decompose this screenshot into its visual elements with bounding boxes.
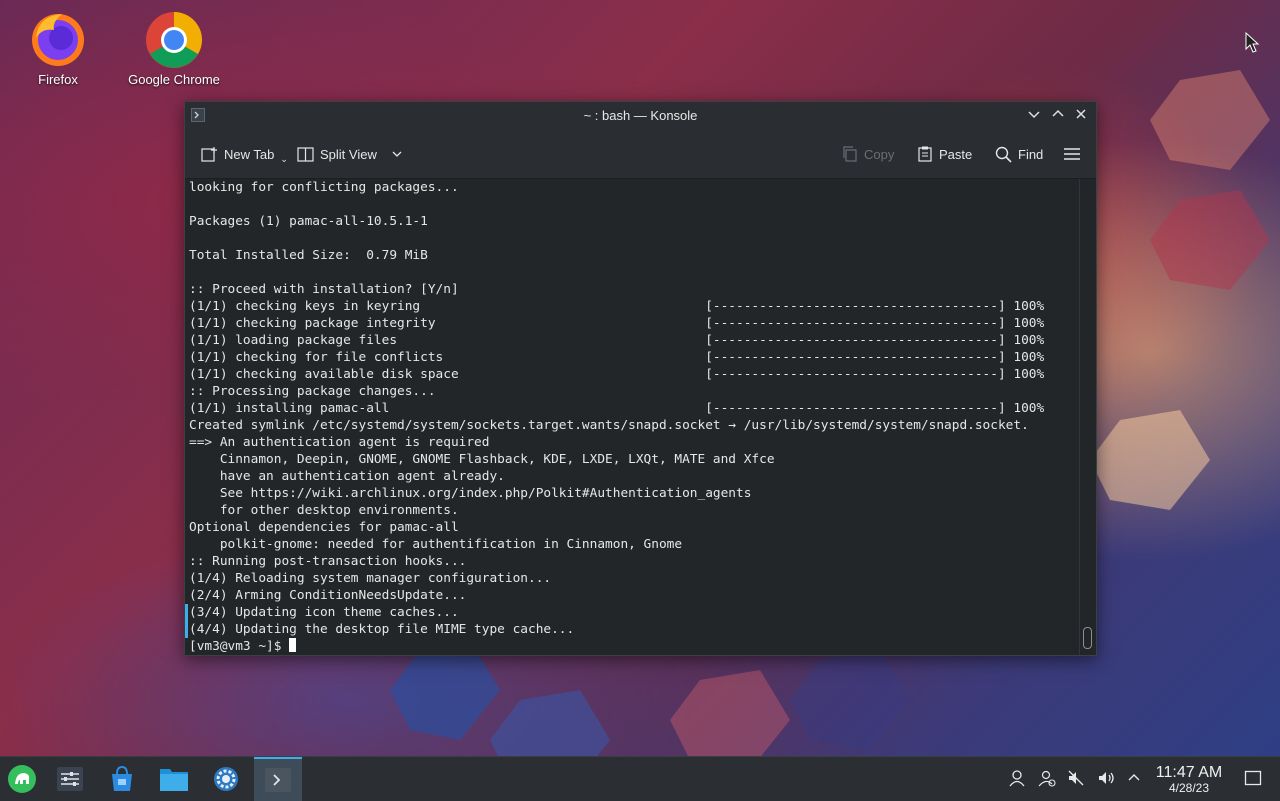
chevron-down-icon: ⌄: [280, 153, 288, 164]
terminal-line: :: Running post-transaction hooks...: [189, 554, 467, 569]
clock-date: 4/28/23: [1168, 781, 1210, 795]
paste-label: Paste: [939, 146, 973, 162]
volume-icon[interactable]: [1097, 769, 1117, 791]
muted-volume-icon[interactable]: [1067, 769, 1085, 791]
terminal-line: (1/1) checking package integrity [------…: [189, 316, 1045, 331]
store-bag-icon: [112, 765, 132, 791]
split-view-icon: [297, 146, 314, 162]
application-launcher-button[interactable]: [0, 759, 44, 799]
close-icon: [1076, 109, 1086, 119]
window-titlebar[interactable]: ~ : bash — Konsole: [185, 102, 1096, 130]
copy-label: Copy: [864, 146, 895, 162]
digital-clock[interactable]: 11:47 AM 4/28/23: [1148, 764, 1230, 795]
find-label: Find: [1018, 146, 1044, 162]
terminal-line: looking for conflicting packages...: [189, 180, 459, 195]
terminal-line: (2/4) Arming ConditionNeedsUpdate...: [189, 588, 467, 603]
scrollbar-thumb[interactable]: [1083, 627, 1092, 649]
clock-time: 11:47 AM: [1155, 764, 1223, 781]
manjaro-launcher-icon: [8, 765, 36, 793]
find-button[interactable]: Find: [995, 144, 1043, 164]
terminal-line: Packages (1) pamac-all-10.5.1-1: [189, 214, 428, 229]
paste-icon: [918, 146, 932, 162]
terminal-line: (1/1) checking available disk space [---…: [189, 367, 1045, 382]
terminal-line: (4/4) Updating the desktop file MIME typ…: [185, 621, 1076, 638]
terminal-line: ==> An authentication agent is required: [189, 435, 490, 450]
new-tab-label: New Tab: [224, 146, 275, 162]
mouse-pointer-icon: [1245, 32, 1260, 53]
terminal-line: See https://wiki.archlinux.org/index.php…: [189, 486, 752, 501]
hamburger-menu-icon: [1064, 148, 1080, 160]
show-desktop-icon: [1244, 770, 1262, 786]
split-view-label: Split View: [320, 146, 377, 162]
user-icon[interactable]: [1008, 769, 1026, 791]
minimize-button[interactable]: [1025, 107, 1043, 125]
terminal-line: (1/1) loading package files [-----------…: [189, 333, 1045, 348]
firefox-icon: [32, 14, 84, 66]
desktop-icon-label: Google Chrome: [128, 72, 220, 87]
desktop-icon-label: Firefox: [38, 72, 78, 87]
sliders-icon: [57, 767, 83, 791]
konsole-task[interactable]: [254, 757, 302, 801]
search-icon: [995, 146, 1012, 163]
chevron-down-icon: [1028, 111, 1040, 119]
user-switch-icon[interactable]: [1038, 769, 1056, 791]
show-desktop-button[interactable]: [1244, 769, 1262, 791]
terminal-line: Total Installed Size: 0.79 MiB: [189, 248, 428, 263]
tray-expand-icon[interactable]: [1127, 769, 1141, 791]
terminal-line: (3/4) Updating icon theme caches...: [185, 604, 1076, 621]
terminal-line: :: Proceed with installation? [Y/n]: [189, 282, 459, 297]
terminal-line: have an authentication agent already.: [189, 469, 505, 484]
chrome-icon: [146, 12, 202, 68]
chevron-down-icon: [392, 151, 402, 157]
copy-button[interactable]: Copy: [842, 144, 894, 164]
terminal-line: Optional dependencies for pamac-all: [189, 520, 459, 535]
desktop-icon-firefox[interactable]: Firefox: [8, 8, 108, 87]
konsole-toolbar: New Tab ⌄ Split View Copy Paste Find: [185, 130, 1096, 179]
terminal-icon: [265, 768, 291, 792]
settings-task[interactable]: [204, 759, 248, 799]
gear-icon: [214, 767, 238, 791]
konsole-window: ~ : bash — Konsole New Tab ⌄ Split View: [184, 101, 1097, 656]
copy-icon: [843, 146, 857, 162]
terminal-scrollbar[interactable]: [1079, 179, 1096, 655]
new-tab-button[interactable]: New Tab ⌄: [201, 144, 288, 164]
terminal-line: (1/1) checking for file conflicts [-----…: [189, 350, 1045, 365]
shell-prompt: [vm3@vm3 ~]$: [189, 639, 290, 654]
terminal-line: (1/1) checking keys in keyring [--------…: [189, 299, 1045, 314]
folder-icon: [160, 769, 188, 791]
terminal-line: Created symlink /etc/systemd/system/sock…: [189, 418, 1029, 433]
taskbar: 11:47 AM 4/28/23: [0, 756, 1280, 801]
paste-button[interactable]: Paste: [917, 144, 972, 164]
split-view-button[interactable]: Split View: [297, 144, 403, 164]
window-title: ~ : bash — Konsole: [583, 108, 698, 123]
terminal-line: for other desktop environments.: [189, 503, 459, 518]
terminal-prompt-line[interactable]: [vm3@vm3 ~]$: [189, 638, 1076, 655]
maximize-button[interactable]: [1049, 107, 1067, 125]
terminal-line: :: Processing package changes...: [189, 384, 436, 399]
chevron-up-icon: [1052, 109, 1064, 117]
desktop-icon-chrome[interactable]: Google Chrome: [124, 8, 224, 87]
terminal-line: polkit-gnome: needed for authentificatio…: [189, 537, 683, 552]
hamburger-menu-button[interactable]: [1063, 144, 1081, 164]
file-manager-task[interactable]: [152, 759, 196, 799]
text-cursor: [289, 638, 297, 652]
terminal-line: (1/1) installing pamac-all [------------…: [189, 401, 1045, 416]
terminal-line: Cinnamon, Deepin, GNOME, GNOME Flashback…: [189, 452, 775, 467]
system-settings-task[interactable]: [48, 759, 92, 799]
new-tab-icon: [201, 146, 217, 162]
terminal-line: (1/4) Reloading system manager configura…: [189, 571, 552, 586]
terminal-output[interactable]: looking for conflicting packages... Packa…: [185, 179, 1080, 655]
discover-task[interactable]: [100, 759, 144, 799]
close-button[interactable]: [1072, 107, 1090, 125]
